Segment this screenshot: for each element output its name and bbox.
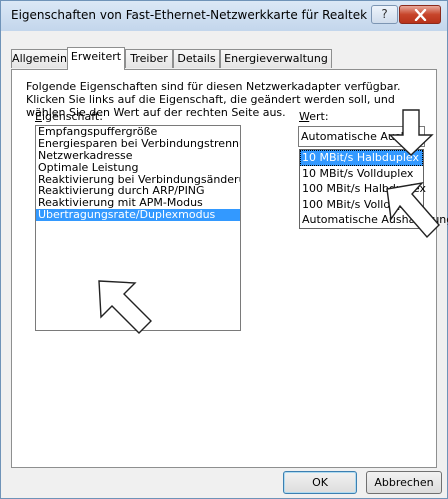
list-item[interactable]: Netzwerkadresse bbox=[36, 150, 240, 162]
pointer-arrow-annotation-icon bbox=[98, 280, 152, 334]
tab-allgemein[interactable]: Allgemein bbox=[11, 49, 68, 68]
tab-details[interactable]: Details bbox=[173, 49, 220, 68]
title-bar[interactable]: Eigenschaften von Fast-Ethernet-Netzwerk… bbox=[1, 1, 447, 31]
description-line: Klicken Sie links auf die Eigenschaft, d… bbox=[26, 93, 395, 106]
description-line: Folgende Eigenschaften sind für diesen N… bbox=[26, 80, 401, 93]
tab-energieverwaltung[interactable]: Energieverwaltung bbox=[220, 49, 332, 68]
tab-treiber[interactable]: Treiber bbox=[125, 49, 173, 68]
list-item[interactable]: Empfangspuffergröße bbox=[36, 126, 240, 138]
cancel-button[interactable]: Abbrechen bbox=[366, 471, 442, 494]
value-label: Wert: bbox=[299, 110, 329, 123]
ok-button[interactable]: OK bbox=[283, 471, 357, 494]
list-item[interactable]: Optimale Leistung bbox=[36, 162, 240, 174]
list-item[interactable]: Reaktivierung mit APM-Modus bbox=[36, 197, 240, 209]
list-item-selected[interactable]: Übertragungsrate/Duplexmodus bbox=[36, 209, 240, 222]
help-icon: ? bbox=[381, 7, 388, 21]
close-icon bbox=[414, 9, 427, 21]
dropdown-option[interactable]: 10 MBit/s Vollduplex bbox=[300, 166, 423, 182]
list-item[interactable]: Reaktivierung durch ARP/PING bbox=[36, 185, 240, 197]
down-arrow-annotation-icon bbox=[388, 109, 434, 156]
pointer-arrow-annotation-icon bbox=[386, 181, 440, 239]
help-button[interactable]: ? bbox=[371, 5, 398, 24]
tab-erweitert[interactable]: Erweitert bbox=[67, 47, 125, 70]
close-button[interactable] bbox=[399, 5, 441, 24]
window-title: Eigenschaften von Fast-Ethernet-Netzwerk… bbox=[11, 8, 391, 22]
properties-dialog: Eigenschaften von Fast-Ethernet-Netzwerk… bbox=[0, 0, 448, 499]
property-label: Eigenschaft: bbox=[35, 110, 103, 123]
list-item[interactable]: Energiesparen bei Verbindungstrennung bbox=[36, 138, 240, 150]
list-item[interactable]: Reaktivierung bei Verbindungsänderung bbox=[36, 174, 240, 186]
